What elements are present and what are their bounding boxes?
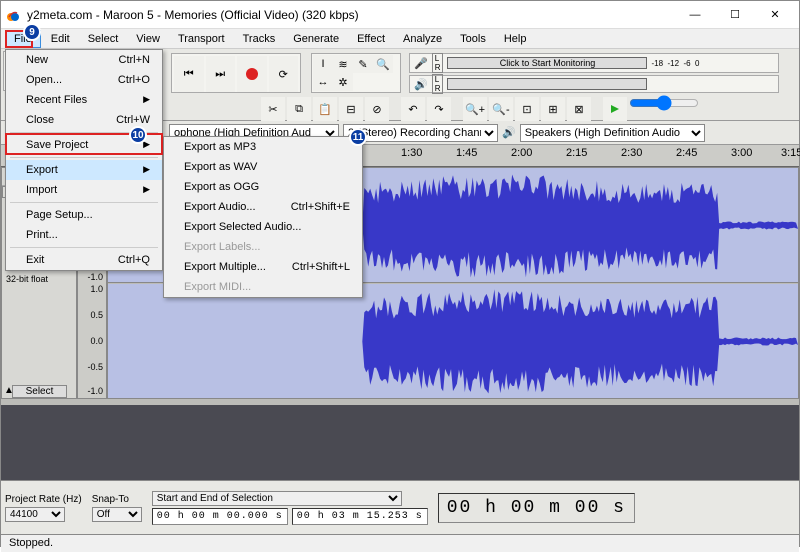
selection-tool-icon[interactable]: I xyxy=(313,55,333,73)
paste-icon[interactable]: 📋 xyxy=(313,97,337,121)
export-submenu-item[interactable]: Export Audio...Ctrl+Shift+E xyxy=(164,197,362,217)
export-submenu: Export as MP3Export as WAVExport as OGGE… xyxy=(163,136,363,298)
zoom-tool-icon[interactable]: 🔍 xyxy=(373,55,393,73)
menu-effect[interactable]: Effect xyxy=(349,31,393,47)
mic-icon: 🎤 xyxy=(414,57,428,70)
minimize-button[interactable]: — xyxy=(675,2,715,28)
file-menu-item[interactable]: ExitCtrl+Q xyxy=(6,250,162,270)
file-menu-item[interactable]: Page Setup... xyxy=(6,205,162,225)
selection-toolbar: Project Rate (Hz) 44100 Snap-To Off Star… xyxy=(1,480,799,534)
menu-view[interactable]: View xyxy=(128,31,168,47)
playback-device-select[interactable]: Speakers (High Definition Audio xyxy=(520,124,705,142)
playback-meter[interactable] xyxy=(447,78,647,90)
cut-icon[interactable]: ✂ xyxy=(261,97,285,121)
export-submenu-item[interactable]: Export as WAV xyxy=(164,157,362,177)
draw-tool-icon[interactable]: ✎ xyxy=(353,55,373,73)
meter-ticks: -18 -12 -6 0 xyxy=(651,59,699,68)
redo-icon[interactable]: ↷ xyxy=(427,97,451,121)
record-button[interactable] xyxy=(237,56,267,92)
titlebar: y2meta.com - Maroon 5 - Memories (Offici… xyxy=(1,1,799,29)
playback-speed-slider[interactable] xyxy=(629,97,699,109)
project-rate-select[interactable]: 44100 xyxy=(5,507,65,522)
menubar: File Edit Select View Transport Tracks G… xyxy=(1,29,799,49)
snap-to-select[interactable]: Off xyxy=(92,507,142,522)
callout-marker-9: 9 xyxy=(23,23,41,41)
window-title: y2meta.com - Maroon 5 - Memories (Offici… xyxy=(27,8,675,22)
export-submenu-item[interactable]: Export as OGG xyxy=(164,177,362,197)
loop-button[interactable]: ⟳ xyxy=(269,56,299,92)
snap-to-label: Snap-To xyxy=(92,494,142,505)
menu-help[interactable]: Help xyxy=(496,31,535,47)
callout-marker-10: 10 xyxy=(129,126,147,144)
file-menu-item[interactable]: Recent Files▶ xyxy=(6,90,162,110)
zoom-out-icon[interactable]: 🔍- xyxy=(489,97,513,121)
maximize-button[interactable]: ☐ xyxy=(715,2,755,28)
zoom-toggle-icon[interactable]: ⊠ xyxy=(567,97,591,121)
silence-icon[interactable]: ⊘ xyxy=(365,97,389,121)
menu-tools[interactable]: Tools xyxy=(452,31,494,47)
audio-position-time[interactable]: 00 h 00 m 00 s xyxy=(438,493,635,523)
waveform-right xyxy=(108,284,798,399)
copy-icon[interactable]: ⧉ xyxy=(287,97,311,121)
envelope-tool-icon[interactable]: ≋ xyxy=(333,55,353,73)
file-menu-dropdown: NewCtrl+NOpen...Ctrl+ORecent Files▶Close… xyxy=(5,49,163,271)
file-menu-item[interactable]: Print... xyxy=(6,225,162,245)
export-submenu-item[interactable]: Export Selected Audio... xyxy=(164,217,362,237)
trim-icon[interactable]: ⊟ xyxy=(339,97,363,121)
fit-project-icon[interactable]: ⊞ xyxy=(541,97,565,121)
app-icon xyxy=(5,7,21,23)
file-menu-item[interactable]: Open...Ctrl+O xyxy=(6,70,162,90)
recording-meter[interactable]: Click to Start Monitoring xyxy=(447,57,647,69)
menu-tracks[interactable]: Tracks xyxy=(235,31,284,47)
project-rate-label: Project Rate (Hz) xyxy=(5,494,82,505)
export-submenu-item: Export Labels... xyxy=(164,237,362,257)
selection-start-time[interactable]: 00 h 00 m 00.000 s xyxy=(152,508,288,525)
zoom-in-icon[interactable]: 🔍+ xyxy=(463,97,487,121)
status-bar: Stopped. xyxy=(1,534,799,552)
speaker-icon: 🔊 xyxy=(414,78,428,91)
export-submenu-item[interactable]: Export as MP3 xyxy=(164,137,362,157)
export-submenu-item[interactable]: Export Multiple...Ctrl+Shift+L xyxy=(164,257,362,277)
file-menu-item[interactable]: Import▶ xyxy=(6,180,162,200)
selection-mode-select[interactable]: Start and End of Selection xyxy=(152,491,402,506)
menu-select[interactable]: Select xyxy=(80,31,127,47)
speaker-device-icon: 🔊 xyxy=(502,126,516,139)
play-at-speed-icon[interactable] xyxy=(603,97,627,121)
menu-edit[interactable]: Edit xyxy=(43,31,78,47)
export-submenu-item: Export MIDI... xyxy=(164,277,362,297)
menu-generate[interactable]: Generate xyxy=(285,31,347,47)
callout-marker-11: 11 xyxy=(349,128,367,146)
skip-start-button[interactable]: ⏮ xyxy=(174,56,204,92)
skip-end-button[interactable]: ⏭ xyxy=(206,56,236,92)
track-select-button[interactable]: Select xyxy=(12,385,67,398)
track-format: 32-bit float xyxy=(2,272,76,286)
multi-tool-icon[interactable]: ✲ xyxy=(333,73,353,91)
menu-analyze[interactable]: Analyze xyxy=(395,31,450,47)
menu-transport[interactable]: Transport xyxy=(170,31,233,47)
file-menu-item[interactable]: NewCtrl+N xyxy=(6,50,162,70)
timeshift-tool-icon[interactable]: ↔ xyxy=(313,73,333,91)
selection-end-time[interactable]: 00 h 03 m 15.253 s xyxy=(292,508,428,525)
file-menu-item[interactable]: Export▶ xyxy=(6,160,162,180)
close-button[interactable]: ✕ xyxy=(755,2,795,28)
fit-selection-icon[interactable]: ⊡ xyxy=(515,97,539,121)
empty-track-area xyxy=(1,405,799,480)
undo-icon[interactable]: ↶ xyxy=(401,97,425,121)
